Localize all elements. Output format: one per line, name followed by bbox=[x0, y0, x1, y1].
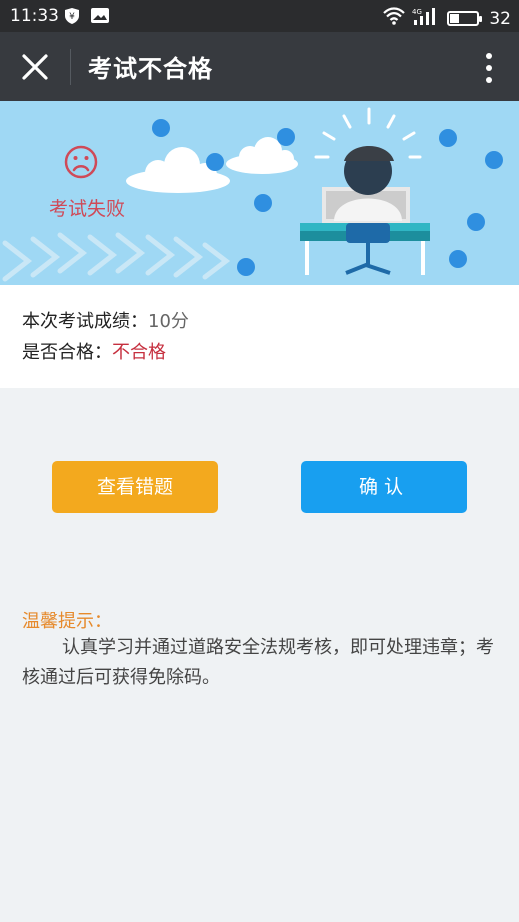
svg-text:¥: ¥ bbox=[69, 12, 75, 22]
title-divider bbox=[70, 49, 71, 85]
score-label: 本次考试成绩： bbox=[22, 311, 148, 332]
review-mistakes-button[interactable]: 查看错题 bbox=[52, 461, 218, 513]
close-icon bbox=[22, 54, 48, 80]
more-vertical-icon bbox=[486, 53, 492, 83]
close-button[interactable] bbox=[14, 46, 56, 88]
pass-value: 不合格 bbox=[112, 342, 166, 363]
tip-title: 温馨提示： bbox=[22, 611, 112, 632]
battery-icon bbox=[447, 11, 483, 26]
title-bar: 考试不合格 bbox=[0, 32, 519, 101]
shield-app-icon: ¥ bbox=[64, 7, 80, 30]
image-notification-icon bbox=[90, 7, 110, 29]
pass-label: 是否合格： bbox=[22, 342, 112, 363]
score-panel: 本次考试成绩：10分 是否合格：不合格 bbox=[0, 285, 519, 388]
status-time: 11:33 bbox=[10, 6, 59, 26]
wifi-icon bbox=[383, 7, 406, 30]
signal-4g-icon: 4G bbox=[411, 6, 441, 31]
banner-illustration bbox=[2, 107, 503, 282]
svg-text:4G: 4G bbox=[412, 8, 422, 16]
result-banner: 考试失败 bbox=[0, 101, 519, 285]
tip-body: 认真学习并通过道路安全法规考核，即可处理违章；考核通过后可获得免除码。 bbox=[22, 637, 494, 688]
pass-row: 是否合格：不合格 bbox=[22, 338, 166, 364]
sad-face-icon bbox=[64, 145, 98, 183]
status-bar: 11:33 ¥ 4G 32 bbox=[0, 0, 519, 32]
score-row: 本次考试成绩：10分 bbox=[22, 307, 189, 333]
confirm-button[interactable]: 确认 bbox=[301, 461, 467, 513]
score-value: 10分 bbox=[148, 311, 189, 332]
fail-label: 考试失败 bbox=[49, 198, 126, 220]
battery-level: 32 bbox=[489, 8, 511, 29]
more-options-button[interactable] bbox=[477, 48, 501, 88]
page-title: 考试不合格 bbox=[88, 55, 213, 83]
